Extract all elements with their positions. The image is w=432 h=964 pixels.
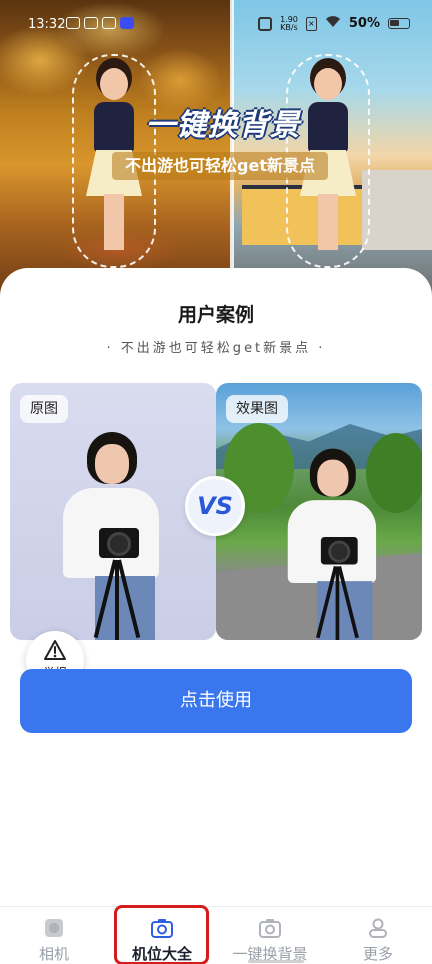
section-title: 用户案例	[177, 304, 254, 326]
nav-positions-label: 机位大全	[131, 945, 192, 963]
play-icon	[120, 17, 134, 29]
person-icon	[369, 918, 387, 938]
nav-more-label: 更多	[362, 945, 393, 963]
nav-change-background[interactable]: 一键换背景	[216, 907, 324, 964]
status-right: 1.90 KB/s × 50%	[258, 15, 410, 32]
status-time: 13:32	[28, 17, 66, 32]
camera-icon	[151, 919, 173, 938]
vibrate-icon	[258, 16, 273, 31]
original-tag: 原图	[20, 395, 68, 423]
link-icon	[84, 17, 98, 29]
camera-icon	[259, 919, 281, 938]
network-speed: 1.90 KB/s	[280, 14, 298, 32]
battery-icon	[388, 18, 410, 29]
bottom-nav: 相机 机位大全 一键换背景 更多	[0, 906, 432, 964]
nav-more[interactable]: 更多	[324, 907, 432, 964]
result-person	[280, 428, 381, 640]
status-bar: 13:32 1.90 KB/s × 50%	[0, 0, 432, 50]
result-tag: 效果图	[226, 395, 288, 423]
no-sim-icon: ×	[305, 16, 317, 31]
original-person	[55, 410, 165, 640]
vs-badge: VS	[185, 476, 245, 536]
nav-positions[interactable]: 机位大全	[108, 907, 216, 964]
wifi-icon	[325, 15, 341, 32]
battery-text: 50%	[348, 16, 380, 31]
warning-icon	[44, 640, 66, 660]
nav-camera[interactable]: 相机	[0, 907, 108, 964]
hero-building	[362, 170, 432, 250]
notification-icons	[66, 17, 134, 29]
use-now-button[interactable]: 点击使用	[20, 669, 412, 733]
home-indicator	[248, 960, 304, 963]
nav-camera-label: 相机	[38, 945, 69, 963]
hero-subtitle: 不出游也可轻松get新景点	[112, 152, 328, 180]
section-subtitle: · 不出游也可轻松get新景点 ·	[106, 341, 326, 356]
result-image: 效果图	[216, 383, 422, 640]
crown-icon	[66, 17, 80, 29]
app-icon	[102, 17, 116, 29]
hero-title: 一键换背景	[145, 108, 301, 143]
camera-square-icon	[45, 919, 63, 937]
